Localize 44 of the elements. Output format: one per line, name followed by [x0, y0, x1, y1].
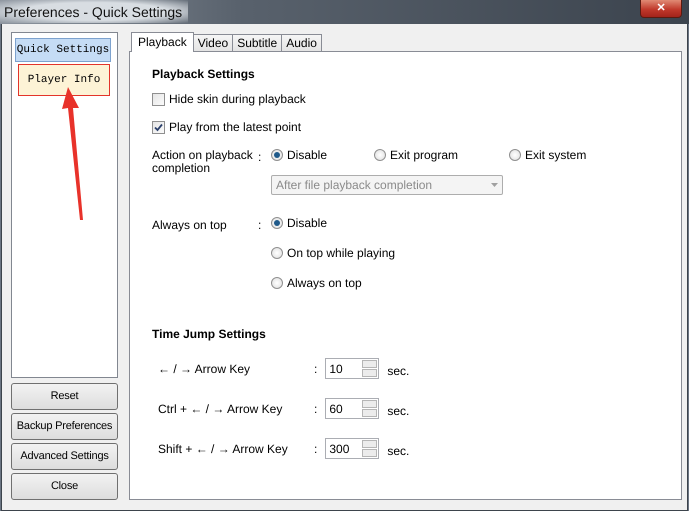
- action-button[interactable]: Reset: [11, 383, 118, 410]
- window-title: Preferences - Quick Settings: [0, 0, 188, 23]
- section-heading: Playback Settings: [152, 67, 256, 81]
- radio-button[interactable]: [271, 149, 283, 161]
- radio-label: Exit program: [390, 147, 458, 164]
- field-label: Action on playback completion: [152, 147, 254, 177]
- radio-label: Disable: [287, 215, 328, 232]
- action-button[interactable]: Backup Preferences: [11, 413, 118, 440]
- field-label: ← / → Arrow Key: [157, 360, 252, 378]
- colon: :: [314, 400, 318, 418]
- colon: :: [314, 440, 318, 458]
- checkbox-label: Hide skin during playback: [169, 91, 306, 108]
- radio-label: Always on top: [287, 275, 362, 292]
- unit-label: sec.: [387, 402, 410, 420]
- radio-button[interactable]: [271, 217, 283, 229]
- checkbox[interactable]: [152, 120, 165, 134]
- radio-button[interactable]: [509, 149, 521, 161]
- checkbox[interactable]: [152, 92, 165, 106]
- radio-label: Exit system: [525, 147, 586, 164]
- tab[interactable]: Playback: [131, 32, 194, 52]
- colon: :: [258, 218, 262, 232]
- sidebar-item[interactable]: Quick Settings: [15, 38, 111, 62]
- radio-label: Disable: [287, 147, 328, 164]
- tab[interactable]: Audio: [281, 34, 322, 51]
- unit-label: sec.: [387, 442, 410, 460]
- field-label: Always on top: [152, 217, 228, 234]
- caret-icon: [491, 183, 498, 187]
- colon: :: [314, 360, 318, 378]
- tab[interactable]: Video: [192, 34, 234, 51]
- colon: :: [258, 150, 262, 164]
- action-button[interactable]: Close: [11, 473, 118, 500]
- sidebar-item[interactable]: Player Info: [19, 65, 109, 95]
- checkbox-label: Play from the latest point: [169, 119, 302, 136]
- field-label: Ctrl + ← / → Arrow Key: [157, 400, 284, 418]
- radio-button[interactable]: [271, 277, 283, 289]
- field-label: Shift + ← / → Arrow Key: [157, 440, 289, 458]
- radio-button[interactable]: [374, 149, 386, 161]
- radio-label: On top while playing: [287, 245, 396, 262]
- section-heading: Time Jump Settings: [152, 327, 267, 341]
- unit-label: sec.: [387, 362, 410, 380]
- radio-button[interactable]: [271, 247, 283, 259]
- close-button[interactable]: ✕: [640, 0, 682, 18]
- tab[interactable]: Subtitle: [232, 34, 282, 51]
- action-button[interactable]: Advanced Settings: [11, 443, 118, 470]
